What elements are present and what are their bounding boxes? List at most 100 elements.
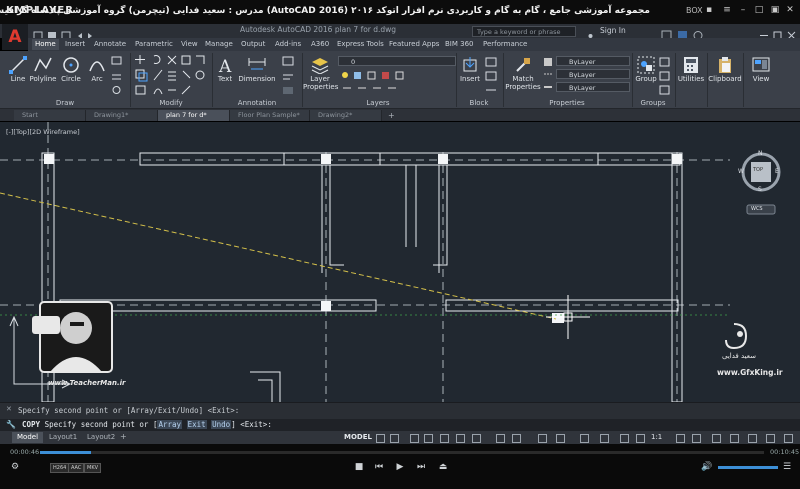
viewcube-east[interactable]: E [775, 168, 779, 175]
polyline-tool[interactable]: Polyline [28, 56, 58, 83]
properties-group-title[interactable]: Properties [503, 98, 631, 108]
lineweight-toggle-icon[interactable] [496, 434, 505, 443]
annotation-scale[interactable]: 1:1 [651, 433, 662, 441]
player-maximize-icon[interactable]: □ [754, 5, 764, 15]
player-box-label[interactable]: BOX [686, 6, 703, 15]
command-option-undo[interactable]: Undo [211, 420, 232, 429]
command-input[interactable]: COPY Specify second point or [Array Exit… [22, 420, 272, 429]
insert-block-tool[interactable]: Insert [458, 56, 482, 83]
layer-properties-tool[interactable]: Layer Properties [303, 56, 338, 91]
layer-dropdown[interactable]: 0 [338, 56, 456, 66]
tab-insert[interactable]: Insert [62, 39, 88, 50]
player-fullscreen-icon[interactable]: ▣ [770, 5, 780, 15]
volume-icon[interactable]: 🔊 [700, 462, 714, 472]
group-small-tools[interactable] [658, 56, 672, 96]
annotation-small-tools[interactable] [280, 55, 298, 97]
tab-annotate[interactable]: Annotate [91, 39, 129, 50]
play-icon[interactable]: ▶ [393, 462, 407, 472]
doc-tab-start[interactable]: Start [14, 110, 86, 121]
object-snap-tracking-icon[interactable] [456, 434, 465, 443]
linetype-dropdown[interactable]: ByLayer [556, 69, 630, 79]
circle-tool[interactable]: Circle [60, 56, 82, 83]
doc-tab-drawing2[interactable]: Drawing2* [310, 110, 382, 121]
grid-toggle-icon[interactable] [376, 434, 385, 443]
annotation-visibility-icon[interactable] [636, 434, 645, 443]
text-tool[interactable]: A Text [214, 56, 236, 83]
isolate-objects-icon[interactable] [766, 434, 775, 443]
command-close-icon[interactable]: ✕ [6, 405, 12, 413]
stop-icon[interactable]: ■ [352, 462, 366, 472]
viewcube-west[interactable]: W [738, 168, 744, 175]
model-space-button[interactable]: MODEL [344, 433, 372, 441]
tab-view[interactable]: View [178, 39, 201, 50]
player-settings-icon[interactable]: ⚙ [8, 462, 22, 472]
add-layout-button[interactable]: + [120, 432, 127, 441]
player-menu-icon[interactable]: ≡ [722, 5, 732, 15]
layers-group-title[interactable]: Layers [303, 98, 453, 108]
lineweight-dropdown[interactable]: ByLayer [556, 82, 630, 92]
ortho-toggle-icon[interactable] [410, 434, 419, 443]
tab-add-ins[interactable]: Add-ins [272, 39, 304, 50]
selection-cycling-icon[interactable] [538, 434, 547, 443]
search-input[interactable]: Type a keyword or phrase [472, 26, 576, 37]
clipboard-tool[interactable]: Clipboard [708, 56, 742, 83]
units-icon[interactable] [712, 434, 721, 443]
transparency-toggle-icon[interactable] [512, 434, 521, 443]
volume-slider[interactable] [718, 466, 778, 469]
viewcube-south[interactable]: S [758, 186, 762, 193]
3d-osnap-icon[interactable] [556, 434, 565, 443]
draw-group-title[interactable]: Draw [0, 98, 130, 108]
snap-toggle-icon[interactable] [390, 434, 399, 443]
groups-group-title[interactable]: Groups [632, 98, 674, 108]
utilities-tool[interactable]: Utilities [676, 56, 706, 83]
match-properties-tool[interactable]: Match Properties [505, 56, 541, 91]
previous-icon[interactable]: ⏮ [372, 462, 386, 472]
isodraft-toggle-icon[interactable] [440, 434, 449, 443]
player-minimize-icon[interactable]: – [738, 5, 748, 15]
layout-tab-model[interactable]: Model [12, 432, 44, 443]
dynamic-ucs-icon[interactable] [580, 434, 589, 443]
polar-toggle-icon[interactable] [424, 434, 433, 443]
sign-in-button[interactable]: Sign In [600, 26, 626, 35]
tab-bim-360[interactable]: BIM 360 [442, 39, 477, 50]
layout-tab-layout2[interactable]: Layout2 [82, 432, 120, 443]
tab-home[interactable]: Home [32, 39, 59, 50]
layout-tab-layout1[interactable]: Layout1 [44, 432, 82, 443]
arc-tool[interactable]: Arc [86, 56, 108, 83]
player-pin-icon[interactable]: ▪ [704, 5, 714, 15]
next-icon[interactable]: ⏭ [414, 462, 428, 472]
tab-manage[interactable]: Manage [202, 39, 236, 50]
tab-featured-apps[interactable]: Featured Apps [386, 39, 442, 50]
draw-small-tools[interactable] [110, 55, 124, 97]
line-tool[interactable]: Line [7, 56, 29, 83]
group-tool[interactable]: Group [634, 56, 658, 83]
workspace-switch-icon[interactable] [676, 434, 685, 443]
player-close-icon[interactable]: ✕ [785, 5, 795, 15]
block-group-title[interactable]: Block [456, 98, 502, 108]
block-small-tools[interactable] [484, 56, 500, 96]
dimension-tool[interactable]: Dimension [238, 56, 276, 83]
customization-icon[interactable] [784, 434, 793, 443]
viewport-controls[interactable]: [-][Top][2D Wireframe] [6, 128, 80, 136]
color-dropdown[interactable]: ByLayer [556, 56, 630, 66]
command-option-array[interactable]: Array [157, 420, 183, 429]
doc-tab-drawing1[interactable]: Drawing1* [86, 110, 158, 121]
command-option-exit[interactable]: Exit [186, 420, 207, 429]
new-tab-button[interactable]: + [388, 111, 395, 120]
doc-tab-floor-plan[interactable]: Floor Plan Sample* [230, 110, 310, 121]
gizmo-icon[interactable] [620, 434, 629, 443]
seek-bar[interactable] [40, 451, 764, 454]
tab-a360[interactable]: A360 [308, 39, 332, 50]
annotation-group-title[interactable]: Annotation [212, 98, 302, 108]
layer-tools[interactable] [340, 70, 456, 96]
selection-filter-icon[interactable] [600, 434, 609, 443]
player-playlist-icon[interactable]: ☰ [780, 462, 794, 472]
tab-output[interactable]: Output [238, 39, 268, 50]
command-settings-icon[interactable]: 🔧 [6, 420, 16, 429]
acad-app-menu-button[interactable]: A [2, 24, 28, 50]
drawing-canvas[interactable] [0, 122, 800, 402]
object-snap-icon[interactable] [472, 434, 481, 443]
modify-group-title[interactable]: Modify [131, 98, 211, 108]
lock-ui-icon[interactable] [748, 434, 757, 443]
viewcube-north[interactable]: N [758, 150, 763, 157]
